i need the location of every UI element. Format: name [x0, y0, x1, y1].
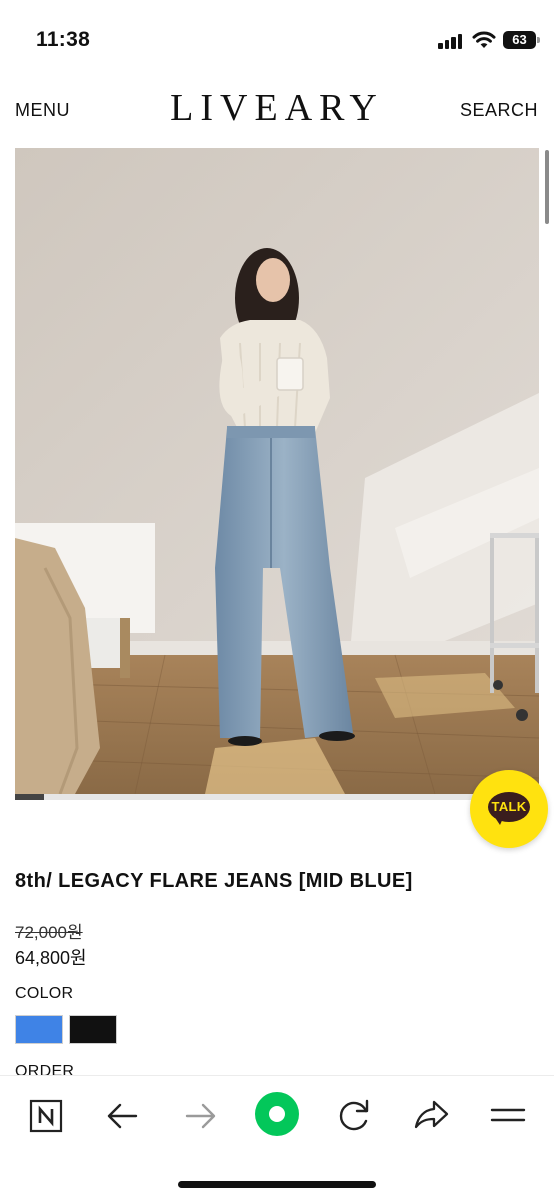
product-photo[interactable]	[15, 148, 539, 794]
gallery-progress[interactable]	[15, 794, 539, 800]
status-bar: 11:38 63	[0, 0, 554, 80]
page-scrollbar[interactable]	[545, 150, 549, 224]
forward-arrow-icon[interactable]	[176, 1090, 224, 1138]
green-dot-icon[interactable]	[253, 1090, 301, 1138]
talk-label: TALK	[491, 799, 527, 814]
battery-level: 63	[512, 32, 527, 47]
refresh-icon[interactable]	[330, 1090, 378, 1138]
home-indicator[interactable]	[178, 1181, 376, 1188]
wifi-icon	[472, 30, 496, 50]
color-swatch-blue[interactable]	[15, 1015, 63, 1044]
color-label: COLOR	[15, 985, 74, 1002]
menu-icon[interactable]	[484, 1090, 532, 1138]
naver-home-icon[interactable]	[22, 1090, 70, 1138]
status-time: 11:38	[36, 28, 91, 51]
sale-price: 64,800원	[15, 948, 87, 968]
battery-nub	[537, 37, 540, 43]
share-icon[interactable]	[407, 1090, 455, 1138]
back-arrow-icon[interactable]	[99, 1090, 147, 1138]
signal-icon	[438, 33, 466, 49]
search-button[interactable]: SEARCH	[460, 100, 538, 121]
product-title: 8th/ LEGACY FLARE JEANS [MID BLUE]	[15, 870, 413, 892]
talk-chat-button[interactable]: TALK	[470, 770, 548, 848]
chat-bubble-tail	[494, 816, 504, 825]
gallery-progress-fill	[15, 794, 44, 800]
site-header: MENU LIVEARY SEARCH	[0, 80, 554, 142]
color-swatch-black[interactable]	[69, 1015, 117, 1044]
original-price: 72,000원	[15, 923, 83, 942]
battery-icon: 63	[503, 31, 536, 49]
